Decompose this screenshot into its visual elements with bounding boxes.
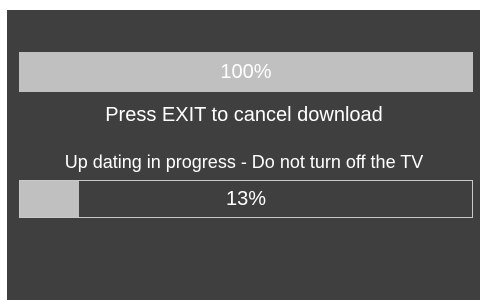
cancel-download-message: Press EXIT to cancel download (105, 104, 383, 126)
tv-screen: 100% Press EXIT to cancel download Up da… (7, 10, 480, 300)
update-progress-bar: 13% (19, 180, 473, 218)
update-progress-label: 13% (225, 187, 267, 210)
download-progress-label: 100% (220, 60, 272, 83)
download-progress-bar: 100% (19, 52, 473, 92)
update-status-message: Up dating in progress - Do not turn off … (64, 152, 424, 172)
